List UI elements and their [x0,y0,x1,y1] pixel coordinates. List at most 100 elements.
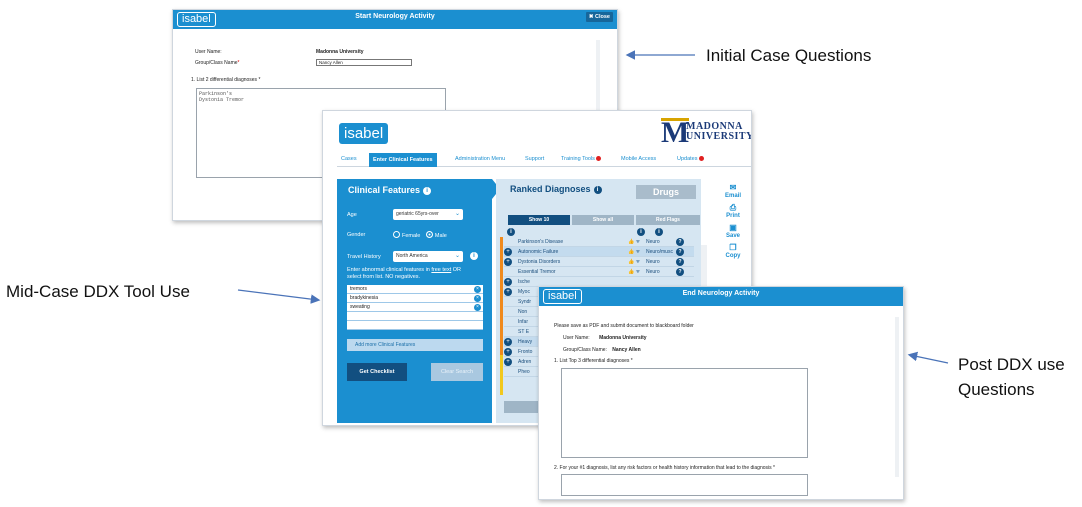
alert-badge-icon [698,156,704,161]
help-icon[interactable]: ? [676,238,684,246]
title-bar: isabel End Neurology Activity [539,287,903,306]
tool-save-button[interactable]: ▣ Save [721,223,745,239]
diagnosis-name: Dystonia Disorders [518,259,561,265]
main-nav: Cases Enter Clinical Features Administra… [337,153,751,167]
feature-row-empty[interactable] [347,321,483,330]
annotation-post-ddx: Post DDX use Questions [958,352,1078,402]
scrollbar[interactable] [895,317,899,477]
expand-icon[interactable]: + [504,258,512,266]
diagnosis-name: Essential Tremor [518,269,556,275]
feature-value: sweating [350,304,370,310]
radio-label: Male [434,233,447,239]
diagnosis-name: Pheo [518,369,530,375]
feature-row-empty[interactable] [347,312,483,321]
clear-search-button[interactable]: Clear Search [431,363,483,381]
window-title: End Neurology Activity [682,290,760,297]
info-icon[interactable]: i [470,252,478,260]
radio-icon [393,231,400,238]
tab-show-all[interactable]: Show all [572,215,634,225]
tool-copy-button[interactable]: ❐ Copy [721,243,745,259]
diagnosis-row[interactable]: Essential Tremor 👍 ᯤ Neuro? [504,267,694,277]
printer-icon: ⎙ [729,203,737,212]
features-instructions: Enter abnormal clinical features in free… [347,267,487,281]
thumbs-up-icon[interactable]: 👍 ᯤ [628,267,640,277]
feature-row[interactable]: sweating × [347,303,483,312]
nav-updates[interactable]: Updates [677,156,704,162]
diagnosis-name: Adren [518,359,532,365]
tool-print-button[interactable]: ⎙ Print [721,203,745,219]
logo-line: UNIVERSITY [686,131,752,142]
thumbs-up-icon[interactable]: 👍 ᯤ [628,247,640,257]
diagnosis-category: Neuro [646,259,660,265]
nav-mobile-access[interactable]: Mobile Access [621,156,656,162]
user-name-value: Madonna University [599,335,647,341]
tool-label: Email [724,193,741,199]
diagnosis-name: Syndr [518,299,532,305]
info-icon[interactable]: i [655,228,663,236]
tab-show-10[interactable]: Show 10 [508,215,570,225]
group-name-input[interactable]: Nancy Allen [316,59,412,66]
annotation-initial-case: Initial Case Questions [706,46,872,65]
question-1: 1. List 2 differential diagnoses * [191,77,261,83]
diagnosis-row[interactable]: Parkinson's Disease 👍 ᯤ Neuro? [504,237,694,247]
info-icon[interactable]: i [423,187,432,195]
logo-wordmark: MADONNA UNIVERSITY [686,122,752,142]
diagnosis-category: Neuro/musc [646,249,673,255]
expand-icon[interactable]: + [504,248,512,256]
clinical-features-list: tremors × bradykinesia × sweating × [347,285,483,330]
tool-label: Save [725,233,740,239]
feature-value: bradykinesia [350,295,379,301]
info-icon[interactable]: i [593,186,602,194]
close-button[interactable]: ✖ Close [585,12,613,22]
info-icon[interactable]: i [637,228,645,236]
nav-label: Training Tools [561,156,595,162]
nav-training-tools[interactable]: Training Tools [561,156,601,162]
expand-icon[interactable]: + [504,348,512,356]
group-label: Group/Class Name* [195,60,239,66]
arrow-mid [237,289,321,304]
thumbs-up-icon[interactable]: 👍 ᯤ [628,237,640,247]
madonna-university-logo: M MADONNA UNIVERSITY [661,117,752,149]
nav-cases[interactable]: Cases [341,156,357,162]
diagnosis-name: Parkinson's Disease [518,239,564,245]
add-more-features-button[interactable]: Add more Clinical Features [347,339,483,351]
remove-icon[interactable]: × [474,304,481,311]
panel-title-text: Ranked Diagnoses [510,184,591,194]
travel-history-select[interactable]: North America ⌄ [393,251,463,262]
remove-icon[interactable]: × [474,295,481,302]
user-name-value: Madonna University [316,49,364,55]
free-text-link[interactable]: free text [431,267,451,273]
help-icon[interactable]: ? [676,258,684,266]
expand-icon[interactable]: + [504,338,512,346]
help-icon[interactable]: ? [676,268,684,276]
clinical-features-title: Clinical Features i [348,185,432,195]
radio-female[interactable]: Female [393,231,420,239]
age-select[interactable]: geriatric 65yrs-over ⌄ [393,209,463,220]
diagnosis-row[interactable]: + Dystonia Disorders 👍 ᯤ Neuro? [504,257,694,267]
nav-support[interactable]: Support [525,156,544,162]
gender-options: Female Male [393,231,447,239]
info-icon[interactable]: i [507,228,515,236]
tab-drugs[interactable]: Drugs [636,185,696,199]
diagnosis-row[interactable]: + Autonomic Failure 👍 ᯤ Neuro/musc? [504,247,694,257]
expand-icon[interactable]: + [504,358,512,366]
diagnosis-name: Myoc [518,289,530,295]
feature-row[interactable]: bradykinesia × [347,294,483,303]
tab-red-flags[interactable]: Red Flags [636,215,700,225]
get-checklist-button[interactable]: Get Checklist [347,363,407,381]
chevron-down-icon: ⌄ [454,253,460,259]
risk-factors-textarea[interactable] [561,474,808,496]
expand-icon[interactable]: + [504,288,512,296]
expand-icon[interactable]: + [504,278,512,286]
tool-email-button[interactable]: ✉ Email [721,183,745,199]
thumbs-up-icon[interactable]: 👍 ᯤ [628,257,640,267]
radio-male[interactable]: Male [425,231,447,239]
question-1: 1. List Top 3 differential diagnoses * [554,358,633,364]
nav-enter-clinical-features[interactable]: Enter Clinical Features [369,153,437,167]
remove-icon[interactable]: × [474,286,481,293]
top-differentials-textarea[interactable] [561,368,808,458]
help-icon[interactable]: ? [676,248,684,256]
slide-canvas: isabel Start Neurology Activity ✖ Close … [0,0,1082,507]
feature-row[interactable]: tremors × [347,285,483,294]
nav-administration-menu[interactable]: Administration Menu [455,156,505,162]
